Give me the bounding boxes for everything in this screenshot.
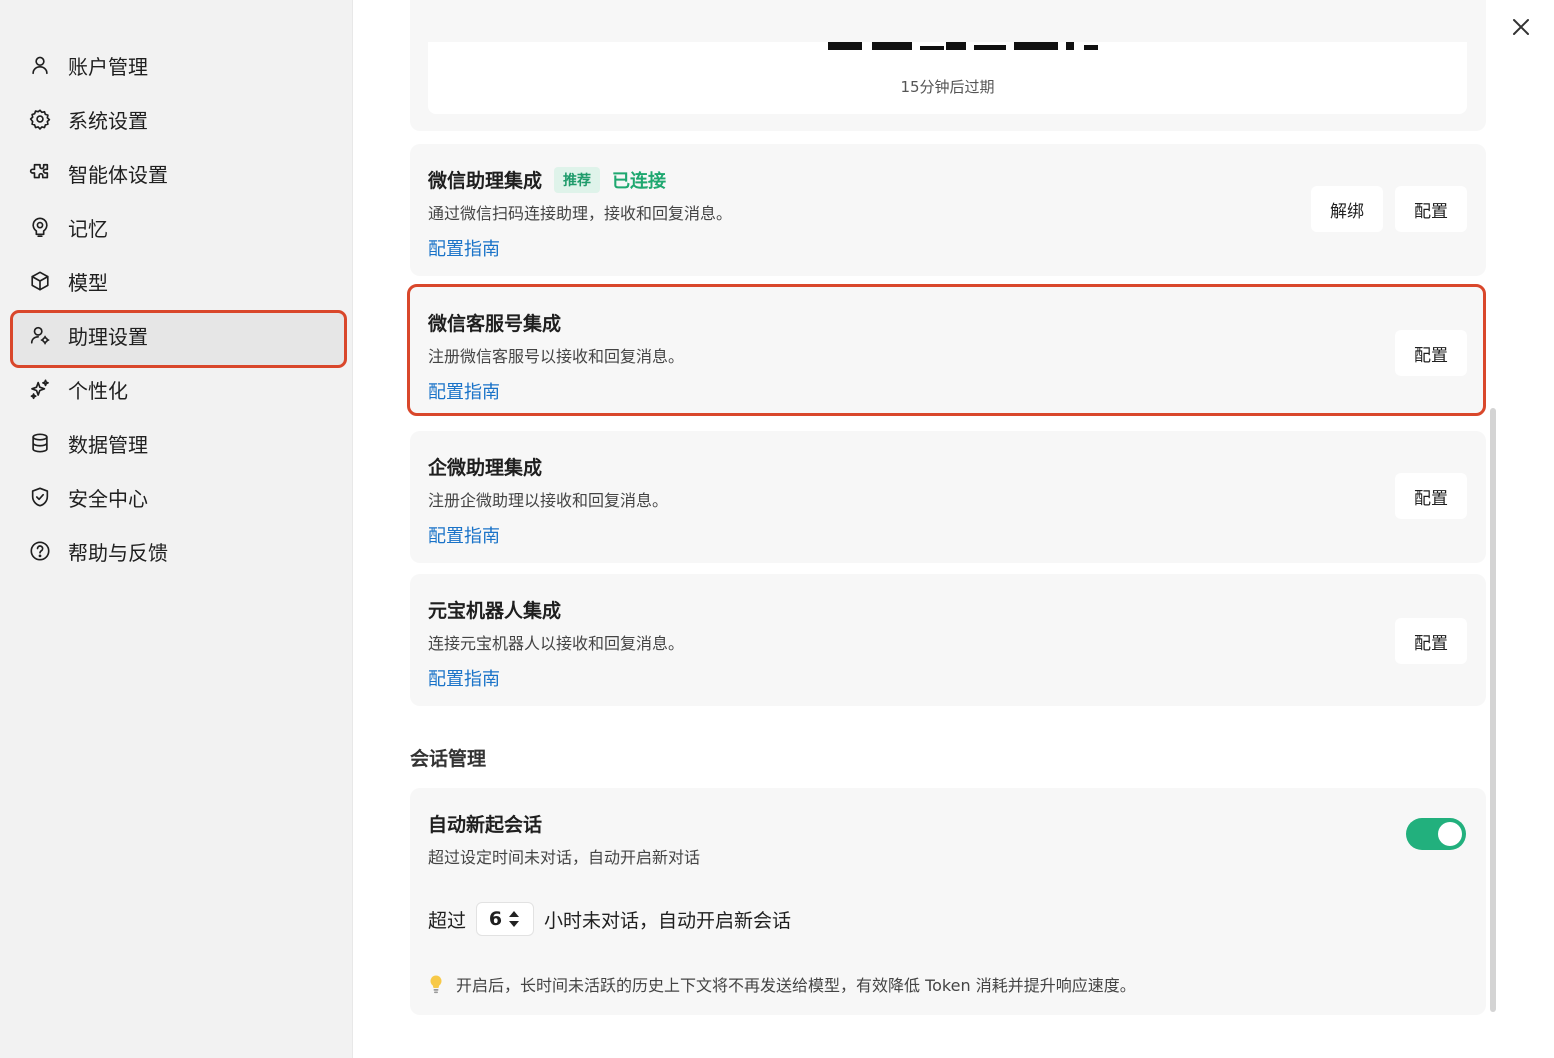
integration-title-text: 微信客服号集成 [428,313,562,335]
config-button[interactable]: 配置 [1395,330,1467,376]
yuanbao-robot-card: 元宝机器人集成 连接元宝机器人以接收和回复消息。 配置指南 配置 [410,574,1486,706]
wechat-service-card: 微信客服号集成 注册微信客服号以接收和回复消息。 配置指南 配置 [407,284,1486,416]
auto-new-session-card: 自动新起会话 超过设定时间未对话，自动开启新对话 超过 6 小时未对话，自动开启… [410,788,1486,1015]
integration-title: 微信助理集成 推荐 已连接 [428,166,666,193]
sidebar-item-label: 数据管理 [68,432,148,457]
close-button[interactable] [1510,16,1532,38]
qr-expire-text: 15分钟后过期 [900,78,995,96]
auto-new-session-toggle[interactable] [1406,818,1466,850]
connected-status: 已连接 [612,170,667,192]
sidebar-item-label: 记忆 [68,216,108,241]
config-button[interactable]: 配置 [1395,473,1467,519]
qr-code-card: 15分钟后过期 [410,0,1486,131]
sidebar-item-label: 系统设置 [68,108,148,133]
hours-stepper[interactable]: 6 [476,902,535,936]
setting-title: 自动新起会话 [428,810,542,837]
sidebar-item-label: 助理设置 [68,324,148,349]
qr-code-image [828,42,1098,50]
question-circle-icon [28,539,52,563]
scrollbar[interactable] [1490,408,1496,1012]
memory-icon [28,215,52,239]
sidebar-item-memory[interactable]: 记忆 [0,200,352,254]
sidebar-item-label: 帮助与反馈 [68,540,168,565]
integration-desc: 注册企微助理以接收和回复消息。 [428,491,669,510]
hours-suffix: 小时未对话，自动开启新会话 [544,909,792,932]
wecom-assistant-card: 企微助理集成 注册企微助理以接收和回复消息。 配置指南 配置 [410,431,1486,563]
sidebar-item-data[interactable]: 数据管理 [0,416,352,470]
setting-title-text: 自动新起会话 [428,814,543,836]
tip-text: 开启后，长时间未活跃的历史上下文将不再发送给模型，有效降低 Token 消耗并提… [456,976,1136,995]
setting-desc: 超过设定时间未对话，自动开启新对话 [428,848,701,867]
integration-title-text: 企微助理集成 [428,457,543,479]
sidebar-item-system[interactable]: 系统设置 [0,92,352,146]
section-title: 会话管理 [410,748,487,770]
sidebar-item-label: 账户管理 [68,54,148,79]
sparkle-icon [28,377,52,401]
sidebar-item-account[interactable]: 账户管理 [0,38,352,92]
shield-check-icon [28,485,52,509]
sidebar-item-agent[interactable]: 智能体设置 [0,146,352,200]
qr-code-area: 15分钟后过期 [428,42,1467,114]
lightbulb-icon [428,974,444,994]
integration-title: 企微助理集成 [428,453,542,480]
hours-row: 超过 6 小时未对话，自动开启新会话 [428,902,791,936]
integration-desc: 连接元宝机器人以接收和回复消息。 [428,634,685,653]
cube-icon [28,269,52,293]
sidebar-item-personalize[interactable]: 个性化 [0,362,352,416]
toggle-knob [1438,822,1462,846]
user-icon [28,53,52,77]
sidebar-item-label: 个性化 [68,378,128,403]
integration-title-text: 微信助理集成 [428,170,543,192]
config-guide-link[interactable]: 配置指南 [428,378,500,404]
sidebar-item-model[interactable]: 模型 [0,254,352,308]
recommend-badge: 推荐 [554,166,601,193]
database-icon [28,431,52,455]
sidebar-item-assistant[interactable]: 助理设置 [0,308,352,368]
hours-value: 6 [488,908,503,930]
config-button[interactable]: 配置 [1395,618,1467,664]
hours-prefix: 超过 [428,909,467,932]
integration-desc: 通过微信扫码连接助理，接收和回复消息。 [428,204,733,223]
sidebar-item-help[interactable]: 帮助与反馈 [0,524,352,578]
sidebar-item-label: 智能体设置 [68,162,168,187]
settings-sidebar: 账户管理 系统设置 智能体设置 记忆 模型 助理设置 个性化 数据管理 安全中心… [0,0,353,1058]
user-gear-icon [28,323,52,347]
assistant-settings-panel: 15分钟后过期 微信助理集成 推荐 已连接 通过微信扫码连接助理，接收和回复消息… [407,0,1486,1058]
config-guide-link[interactable]: 配置指南 [428,522,500,548]
unbind-button[interactable]: 解绑 [1311,186,1383,232]
wechat-assistant-card: 微信助理集成 推荐 已连接 通过微信扫码连接助理，接收和回复消息。 配置指南 解… [410,144,1486,276]
integration-title: 微信客服号集成 [428,309,561,336]
config-button[interactable]: 配置 [1395,186,1467,232]
session-tip: 开启后，长时间未活跃的历史上下文将不再发送给模型，有效降低 Token 消耗并提… [428,972,1136,996]
sidebar-item-label: 安全中心 [68,486,148,511]
gear-icon [28,107,52,131]
sidebar-item-label: 模型 [68,270,108,295]
config-guide-link[interactable]: 配置指南 [428,665,500,691]
sidebar-item-security[interactable]: 安全中心 [0,470,352,524]
config-guide-link[interactable]: 配置指南 [428,235,500,261]
integration-title: 元宝机器人集成 [428,596,561,623]
puzzle-icon [28,161,52,185]
integration-title-text: 元宝机器人集成 [428,600,562,622]
integration-desc: 注册微信客服号以接收和回复消息。 [428,347,685,366]
close-icon [1513,19,1529,35]
updown-arrow-icon [509,911,520,927]
